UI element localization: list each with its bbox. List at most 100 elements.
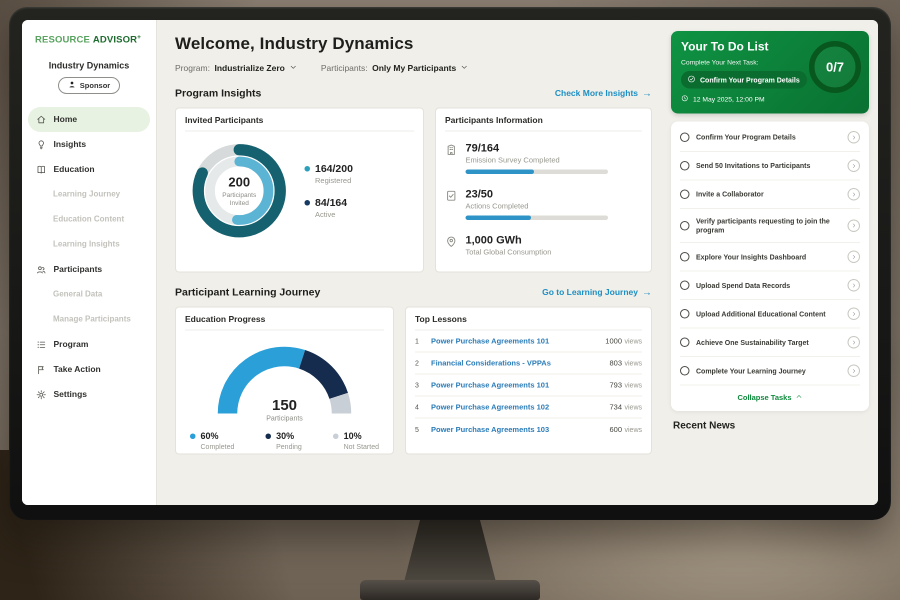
todo-task-row[interactable]: Explore Your Insights Dashboard <box>680 243 860 272</box>
task-open-button[interactable] <box>848 219 861 232</box>
sidebar-item-label: Settings <box>54 390 88 400</box>
task-open-button[interactable] <box>848 188 861 201</box>
task-open-button[interactable] <box>848 131 861 144</box>
collapse-tasks-button[interactable]: Collapse Tasks <box>680 386 860 409</box>
participants-filter-label: Participants: <box>321 64 368 74</box>
lesson-rank: 5 <box>415 426 425 434</box>
location-pin-icon <box>445 236 458 249</box>
task-label: Complete Your Learning Journey <box>696 366 841 375</box>
go-to-learning-journey-link[interactable]: Go to Learning Journey → <box>542 287 652 299</box>
participants-filter-dropdown[interactable]: Participants: Only My Participants <box>321 64 468 74</box>
chevron-right-icon <box>851 339 857 345</box>
program-filter-label: Program: <box>175 64 210 74</box>
sidebar-item-general-data[interactable]: General Data <box>22 282 156 307</box>
sidebar-item-label: Education Content <box>53 215 124 224</box>
clock-icon <box>681 95 689 103</box>
sidebar-item-participants[interactable]: Participants <box>22 257 156 282</box>
task-checkbox[interactable] <box>680 338 690 348</box>
chevron-right-icon <box>851 368 857 374</box>
sidebar-item-education-content[interactable]: Education Content <box>22 207 156 232</box>
task-checkbox[interactable] <box>680 190 690 200</box>
sidebar-item-take-action[interactable]: Take Action <box>22 357 156 382</box>
legend-value: 60% <box>201 431 219 442</box>
gauge-legend: 60%Completed30%Pending10%Not Started <box>185 424 384 451</box>
progress-bar <box>466 170 609 175</box>
lesson-title-link[interactable]: Power Purchase Agreements 103 <box>431 425 603 434</box>
lesson-views: 734views <box>609 403 642 412</box>
sidebar-item-education[interactable]: Education <box>22 157 156 182</box>
program-filter-dropdown[interactable]: Program: Industrialize Zero <box>175 64 297 74</box>
main-content: Welcome, Industry Dynamics Program: Indu… <box>157 20 665 505</box>
task-label: Achieve One Sustainability Target <box>696 338 841 347</box>
sidebar-item-insights[interactable]: Insights <box>22 132 156 157</box>
sidebar-item-label: Home <box>54 115 78 125</box>
task-label: Invite a Collaborator <box>696 190 841 199</box>
todo-task-row[interactable]: Upload Additional Educational Content <box>680 300 860 329</box>
legend-label: Pending <box>276 443 302 451</box>
checklist-icon <box>445 190 458 203</box>
task-checkbox[interactable] <box>680 133 690 143</box>
lesson-title-link[interactable]: Power Purchase Agreements 101 <box>431 337 599 346</box>
task-open-button[interactable] <box>848 160 861 173</box>
todo-task-row[interactable]: Achieve One Sustainability Target <box>680 329 860 358</box>
legend-value: 10% <box>344 431 362 442</box>
lesson-views: 793views <box>609 381 642 390</box>
sponsor-badge[interactable]: Sponsor <box>58 77 120 94</box>
icon-slot <box>289 64 297 74</box>
lesson-views: 803views <box>609 359 642 368</box>
gauge-chart-area: 150 Participants <box>210 339 360 425</box>
lesson-title-link[interactable]: Power Purchase Agreements 101 <box>431 381 603 390</box>
task-open-button[interactable] <box>848 365 861 378</box>
check-more-insights-link[interactable]: Check More Insights → <box>555 88 652 100</box>
card-title: Invited Participants <box>185 116 414 132</box>
todo-task-row[interactable]: Verify participants requesting to join t… <box>680 209 860 243</box>
next-task-pill[interactable]: Confirm Your Program Details <box>681 71 807 89</box>
lesson-title-link[interactable]: Power Purchase Agreements 102 <box>431 403 603 412</box>
sidebar-item-settings[interactable]: Settings <box>22 382 156 407</box>
task-open-button[interactable] <box>848 251 861 264</box>
task-checkbox[interactable] <box>680 221 690 231</box>
recent-news-title: Recent News <box>671 420 869 432</box>
task-open-button[interactable] <box>848 279 861 292</box>
lesson-views: 600views <box>609 425 642 434</box>
legend-value: 164/200 <box>315 163 353 175</box>
task-checkbox[interactable] <box>680 366 690 376</box>
person-badge-icon <box>68 81 76 89</box>
todo-task-row[interactable]: Upload Spend Data Records <box>680 272 860 301</box>
todo-progress-ring: 0/7 <box>809 41 861 93</box>
arrow-right-icon: → <box>642 88 652 100</box>
program-filter-value: Industrialize Zero <box>214 64 284 74</box>
task-open-button[interactable] <box>848 336 861 349</box>
todo-task-row[interactable]: Complete Your Learning Journey <box>680 357 860 386</box>
gauge-legend-item: 30%Pending <box>266 431 302 451</box>
lesson-title-link[interactable]: Financial Considerations - VPPAs <box>431 359 603 368</box>
sidebar-item-learning-insights[interactable]: Learning Insights <box>22 232 156 257</box>
sidebar-item-learning-journey[interactable]: Learning Journey <box>22 182 156 207</box>
task-checkbox[interactable] <box>680 161 690 171</box>
next-task-label: Confirm Your Program Details <box>700 76 800 84</box>
program-insights-header: Program Insights Check More Insights → <box>175 88 652 100</box>
icon-slot <box>68 81 76 91</box>
todo-task-row[interactable]: Send 50 Invitations to Participants <box>680 152 860 181</box>
gauge-legend-item: 10%Not Started <box>333 431 379 451</box>
legend-value: 30% <box>276 431 294 442</box>
legend-dot <box>305 200 311 206</box>
take-action-icon <box>36 364 47 375</box>
todo-task-row[interactable]: Confirm Your Program Details <box>680 124 860 153</box>
invited-participants-card: Invited Participants 200 Participants In… <box>175 108 424 273</box>
participants-icon <box>36 264 47 275</box>
info-value: 1,000 GWh <box>466 234 552 247</box>
sidebar-item-program[interactable]: Program <box>22 332 156 357</box>
sidebar-item-label: Program <box>54 340 89 350</box>
chevron-right-icon <box>851 163 857 169</box>
task-checkbox[interactable] <box>680 281 690 291</box>
lesson-rank: 1 <box>415 337 425 345</box>
task-open-button[interactable] <box>848 308 861 321</box>
icon-slot <box>681 95 689 104</box>
sidebar-item-manage-participants[interactable]: Manage Participants <box>22 307 156 332</box>
task-checkbox[interactable] <box>680 252 690 262</box>
todo-task-row[interactable]: Invite a Collaborator <box>680 181 860 210</box>
sidebar-item-home[interactable]: Home <box>28 107 150 132</box>
task-checkbox[interactable] <box>680 309 690 319</box>
screen: RESOURCE ADVISOR+ Industry Dynamics Spon… <box>22 20 878 505</box>
